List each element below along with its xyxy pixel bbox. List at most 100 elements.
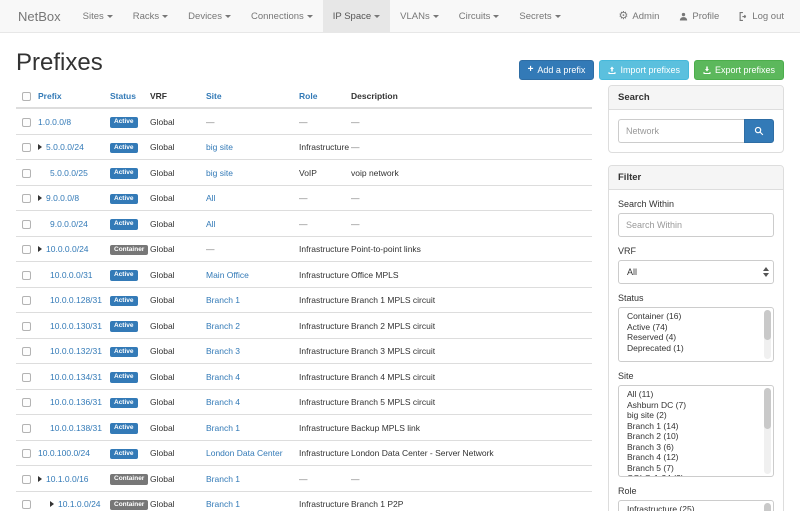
vrf-select[interactable]: All — [618, 260, 774, 284]
site-option[interactable]: COLO-1-24 (2) — [619, 473, 761, 477]
row-checkbox[interactable] — [22, 220, 31, 229]
site-cell: Branch 4 — [206, 389, 299, 415]
nav-item-admin[interactable]: ⚙ Admin — [609, 0, 670, 32]
site-option[interactable]: Branch 4 (12) — [619, 452, 761, 463]
site-cell: Branch 1 — [206, 491, 299, 511]
prefix-link[interactable]: 5.0.0.0/24 — [46, 142, 84, 152]
prefix-link[interactable]: 9.0.0.0/8 — [46, 193, 79, 203]
nav-item-devices[interactable]: Devices — [178, 0, 241, 32]
status-cell: Container — [110, 236, 150, 262]
site-link[interactable]: Branch 1 — [206, 499, 240, 509]
search-input[interactable] — [618, 119, 744, 143]
site-link[interactable]: Main Office — [206, 270, 249, 280]
column-header-status[interactable]: Status — [110, 85, 150, 108]
site-link[interactable]: Branch 4 — [206, 372, 240, 382]
site-link[interactable]: Branch 3 — [206, 346, 240, 356]
site-link[interactable]: All — [206, 193, 215, 203]
prefix-link[interactable]: 1.0.0.0/8 — [38, 117, 71, 127]
site-option[interactable]: Branch 1 (14) — [619, 421, 761, 432]
scrollbar[interactable] — [764, 388, 771, 474]
nav-item-racks[interactable]: Racks — [123, 0, 178, 32]
prefix-link[interactable]: 10.0.0.136/31 — [50, 397, 102, 407]
prefix-link[interactable]: 10.0.0.0/24 — [46, 244, 89, 254]
search-button[interactable] — [744, 119, 774, 143]
site-option[interactable]: big site (2) — [619, 410, 761, 421]
column-header-prefix[interactable]: Prefix — [38, 85, 110, 108]
nav-item-sites[interactable]: Sites — [73, 0, 123, 32]
row-checkbox[interactable] — [22, 118, 31, 127]
status-listbox[interactable]: Container (16)Active (74)Reserved (4)Dep… — [618, 307, 774, 362]
select-all-checkbox[interactable] — [22, 92, 31, 101]
row-checkbox[interactable] — [22, 245, 31, 254]
prefix-link[interactable]: 10.0.0.138/31 — [50, 423, 102, 433]
scrollbar[interactable] — [764, 503, 771, 511]
row-checkbox[interactable] — [22, 475, 31, 484]
export-prefixes-button[interactable]: Export prefixes — [694, 60, 784, 80]
app-brand[interactable]: NetBox — [6, 0, 73, 32]
prefix-link[interactable]: 10.1.0.0/16 — [46, 474, 89, 484]
status-option[interactable]: Deprecated (1) — [619, 343, 761, 354]
nav-item-ip-space[interactable]: IP Space — [323, 0, 390, 32]
site-link[interactable]: Branch 4 — [206, 397, 240, 407]
prefix-link[interactable]: 10.0.0.128/31 — [50, 295, 102, 305]
row-checkbox[interactable] — [22, 449, 31, 458]
status-cell: Active — [110, 287, 150, 313]
status-option[interactable]: Active (74) — [619, 322, 761, 333]
row-checkbox[interactable] — [22, 322, 31, 331]
site-link[interactable]: Branch 1 — [206, 295, 240, 305]
role-option[interactable]: Infrastructure (25) — [619, 504, 761, 511]
site-link[interactable]: Branch 1 — [206, 423, 240, 433]
expand-caret-icon — [50, 501, 54, 507]
site-link[interactable]: Branch 2 — [206, 321, 240, 331]
site-listbox[interactable]: All (11)Ashburn DC (7)big site (2)Branch… — [618, 385, 774, 477]
site-link[interactable]: big site — [206, 168, 233, 178]
site-link[interactable]: All — [206, 219, 215, 229]
role-listbox[interactable]: Infrastructure (25)Management (8)Private… — [618, 500, 774, 511]
nav-item-vlans[interactable]: VLANs — [390, 0, 449, 32]
prefix-link[interactable]: 5.0.0.0/25 — [50, 168, 88, 178]
row-checkbox[interactable] — [22, 194, 31, 203]
role-cell: — — [299, 211, 351, 237]
nav-item-connections[interactable]: Connections — [241, 0, 323, 32]
status-cell: Active — [110, 313, 150, 339]
site-option[interactable]: Branch 3 (6) — [619, 442, 761, 453]
add-prefix-button[interactable]: + Add a prefix — [519, 60, 595, 80]
prefix-link[interactable]: 10.0.100.0/24 — [38, 448, 90, 458]
row-checkbox[interactable] — [22, 271, 31, 280]
prefix-link[interactable]: 10.0.0.130/31 — [50, 321, 102, 331]
row-checkbox[interactable] — [22, 296, 31, 305]
nav-item-profile[interactable]: Profile — [669, 0, 729, 32]
column-header-role[interactable]: Role — [299, 85, 351, 108]
site-link[interactable]: London Data Center — [206, 448, 283, 458]
status-option[interactable]: Reserved (4) — [619, 332, 761, 343]
prefix-link[interactable]: 10.0.0.134/31 — [50, 372, 102, 382]
row-checkbox[interactable] — [22, 424, 31, 433]
nav-item-circuits[interactable]: Circuits — [449, 0, 510, 32]
row-checkbox[interactable] — [22, 169, 31, 178]
row-checkbox[interactable] — [22, 398, 31, 407]
row-checkbox[interactable] — [22, 373, 31, 382]
prefix-link[interactable]: 10.0.0.0/31 — [50, 270, 93, 280]
status-option[interactable]: Container (16) — [619, 311, 761, 322]
column-header-site[interactable]: Site — [206, 85, 299, 108]
role-cell: VoIP — [299, 160, 351, 186]
import-prefixes-button[interactable]: Import prefixes — [599, 60, 689, 80]
nav-item-logout[interactable]: Log out — [729, 0, 794, 32]
prefix-link[interactable]: 10.1.0.0/24 — [58, 499, 101, 509]
scrollbar[interactable] — [764, 310, 771, 359]
site-option[interactable]: Branch 5 (7) — [619, 463, 761, 474]
import-icon — [608, 66, 616, 74]
prefix-link[interactable]: 10.0.0.132/31 — [50, 346, 102, 356]
row-checkbox[interactable] — [22, 347, 31, 356]
row-checkbox[interactable] — [22, 500, 31, 509]
site-option[interactable]: All (11) — [619, 389, 761, 400]
nav-item-secrets[interactable]: Secrets — [509, 0, 570, 32]
status-cell: Active — [110, 262, 150, 288]
search-within-input[interactable] — [618, 213, 774, 237]
site-link[interactable]: big site — [206, 142, 233, 152]
site-link[interactable]: Branch 1 — [206, 474, 240, 484]
site-option[interactable]: Ashburn DC (7) — [619, 400, 761, 411]
site-option[interactable]: Branch 2 (10) — [619, 431, 761, 442]
row-checkbox[interactable] — [22, 143, 31, 152]
prefix-link[interactable]: 9.0.0.0/24 — [50, 219, 88, 229]
